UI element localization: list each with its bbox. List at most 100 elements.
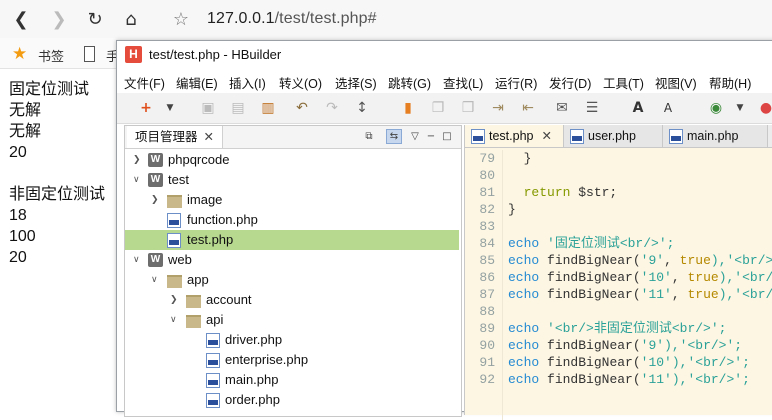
undo-icon[interactable]: ↶ bbox=[293, 99, 311, 117]
comment-icon[interactable]: ✉ bbox=[553, 99, 571, 117]
php-file-icon bbox=[669, 129, 683, 144]
line-number: 91 bbox=[479, 355, 495, 370]
menu-run[interactable]: 运行(R) bbox=[495, 73, 537, 92]
link-editor-icon[interactable]: ⇆ bbox=[386, 129, 402, 144]
chevron-down-icon[interactable]: ∨ bbox=[133, 174, 143, 186]
menu-select[interactable]: 选择(S) bbox=[335, 73, 377, 92]
tree-item-test-php[interactable]: test.php bbox=[125, 230, 459, 250]
collapse-all-icon[interactable]: ⧉ bbox=[362, 130, 376, 143]
chevron-down-icon[interactable]: ∨ bbox=[133, 254, 143, 266]
page-icon bbox=[84, 46, 95, 62]
tree-item-label: image bbox=[187, 192, 223, 207]
code-editor[interactable]: test.php ✕ user.php main.php 79 } 80 81 r… bbox=[464, 125, 772, 420]
home-icon[interactable]: ⌂ bbox=[120, 8, 142, 30]
php-file-icon bbox=[206, 333, 220, 348]
paste-icon[interactable]: ❒ bbox=[459, 99, 477, 117]
dropdown-arrow-icon[interactable]: ▼ bbox=[161, 99, 179, 117]
code-token: '10' bbox=[640, 270, 672, 285]
tree-item-driver-php[interactable]: driver.php bbox=[125, 330, 461, 350]
line-number: 80 bbox=[479, 168, 495, 183]
menu-insert[interactable]: 插入(I) bbox=[229, 73, 266, 92]
view-menu-icon[interactable]: ▽ bbox=[408, 130, 422, 143]
tree-item-label: app bbox=[187, 272, 209, 287]
project-tab-label: 项目管理器 bbox=[135, 130, 198, 144]
chevron-down-icon[interactable]: ∨ bbox=[151, 274, 161, 286]
tree-item-main-php[interactable]: main.php bbox=[125, 370, 461, 390]
browser-icon[interactable]: ● bbox=[757, 99, 772, 117]
menu-tools[interactable]: 工具(T) bbox=[603, 73, 644, 92]
editor-tab-user-php[interactable]: user.php bbox=[564, 125, 663, 147]
tree-item-test[interactable]: ∨ W test bbox=[125, 170, 461, 190]
jump-icon[interactable]: ⇥ bbox=[489, 99, 507, 117]
menu-edit[interactable]: 编辑(E) bbox=[176, 73, 218, 92]
url-path: /test/test.php# bbox=[274, 10, 377, 27]
menu-publish[interactable]: 发行(D) bbox=[549, 73, 591, 92]
font-decrease-icon[interactable]: A bbox=[659, 99, 677, 117]
menu-goto[interactable]: 跳转(G) bbox=[388, 73, 431, 92]
chevron-down-icon[interactable]: ∨ bbox=[170, 314, 180, 326]
open-file-icon[interactable]: ▥ bbox=[259, 99, 277, 117]
close-icon[interactable]: ✕ bbox=[541, 129, 551, 143]
jump-back-icon[interactable]: ⇤ bbox=[519, 99, 537, 117]
menu-escape[interactable]: 转义(O) bbox=[279, 73, 322, 92]
tree-item-api[interactable]: ∨ api bbox=[125, 310, 461, 330]
maximize-icon[interactable]: □ bbox=[440, 130, 454, 143]
font-increase-icon[interactable]: A bbox=[629, 99, 647, 117]
tree-item-enterprise-php[interactable]: enterprise.php bbox=[125, 350, 461, 370]
copy-icon[interactable]: ❐ bbox=[429, 99, 447, 117]
editor-tab-main-php[interactable]: main.php bbox=[663, 125, 768, 147]
forward-arrow-icon[interactable]: ❯ bbox=[48, 8, 70, 30]
code-line: 86 echo findBigNear('10', true),'<br/> bbox=[465, 269, 772, 286]
tree-item-account[interactable]: ❯ account bbox=[125, 290, 461, 310]
menu-find[interactable]: 查找(L) bbox=[443, 73, 483, 92]
address-bar[interactable]: 127.0.0.1/test/test.php# bbox=[207, 10, 377, 28]
chevron-right-icon[interactable]: ❯ bbox=[133, 154, 143, 166]
web-project-icon: W bbox=[148, 173, 163, 187]
tree-item-function-php[interactable]: function.php bbox=[125, 210, 461, 230]
format-icon[interactable]: ↕ bbox=[353, 99, 371, 117]
code-text: echo '<br/>非固定位测试<br/>'; bbox=[508, 320, 726, 337]
tree-item-app[interactable]: ∨ app bbox=[125, 270, 461, 290]
line-number: 85 bbox=[479, 253, 495, 268]
new-file-icon[interactable]: + bbox=[137, 99, 155, 117]
back-arrow-icon[interactable]: ❮ bbox=[10, 8, 32, 30]
tree-item-phpqrcode[interactable]: ❯ W phpqrcode bbox=[125, 150, 461, 170]
chevron-right-icon[interactable]: ❯ bbox=[170, 294, 180, 306]
project-panel-header: 项目管理器 ✕ ⧉ ⇆ ▽ − □ bbox=[125, 126, 461, 149]
output-line: 非固定位测试 bbox=[9, 186, 106, 203]
editor-tab-bar: test.php ✕ user.php main.php bbox=[465, 125, 772, 148]
tree-item-web[interactable]: ∨ W web bbox=[125, 250, 461, 270]
menu-file[interactable]: 文件(F) bbox=[124, 73, 165, 92]
menu-help[interactable]: 帮助(H) bbox=[709, 73, 751, 92]
minimize-icon[interactable]: − bbox=[424, 130, 438, 143]
outline-icon[interactable]: ☰ bbox=[583, 99, 601, 117]
code-text: } bbox=[508, 150, 532, 167]
run-dropdown-icon[interactable]: ▼ bbox=[731, 99, 749, 117]
php-file-icon bbox=[206, 353, 220, 368]
line-number: 83 bbox=[479, 219, 495, 234]
editor-tab-test-php[interactable]: test.php ✕ bbox=[465, 125, 564, 147]
save-icon[interactable]: ▣ bbox=[199, 99, 217, 117]
output-line: 无解 bbox=[9, 102, 42, 119]
menu-view[interactable]: 视图(V) bbox=[655, 73, 697, 92]
editor-tab-label: test.php bbox=[489, 129, 534, 143]
line-number: 87 bbox=[479, 287, 495, 302]
run-icon[interactable]: ◉ bbox=[707, 99, 725, 117]
chevron-right-icon[interactable]: ❯ bbox=[151, 194, 161, 206]
reload-icon[interactable]: ↻ bbox=[84, 8, 106, 30]
browser-toolbar bbox=[0, 0, 772, 39]
code-token: '固定位测试<br/>'; bbox=[547, 236, 675, 251]
redo-icon[interactable]: ↷ bbox=[323, 99, 341, 117]
star-bookmark-icon[interactable]: ☆ bbox=[170, 8, 192, 30]
tree-item-order-php[interactable]: order.php bbox=[125, 390, 461, 410]
tree-item-image[interactable]: ❯ image bbox=[125, 190, 461, 210]
bookmark-icon[interactable]: ▮ bbox=[399, 99, 417, 117]
project-manager-tab[interactable]: 项目管理器 ✕ bbox=[127, 126, 223, 148]
output-line: 无解 bbox=[9, 123, 42, 140]
code-line: 80 bbox=[465, 167, 772, 184]
close-icon[interactable]: ✕ bbox=[204, 130, 214, 144]
line-number: 81 bbox=[479, 185, 495, 200]
bookmarks-label[interactable]: 书签 bbox=[38, 46, 64, 65]
save-all-icon[interactable]: ▤ bbox=[229, 99, 247, 117]
code-token: ),'<br/> bbox=[718, 270, 772, 285]
